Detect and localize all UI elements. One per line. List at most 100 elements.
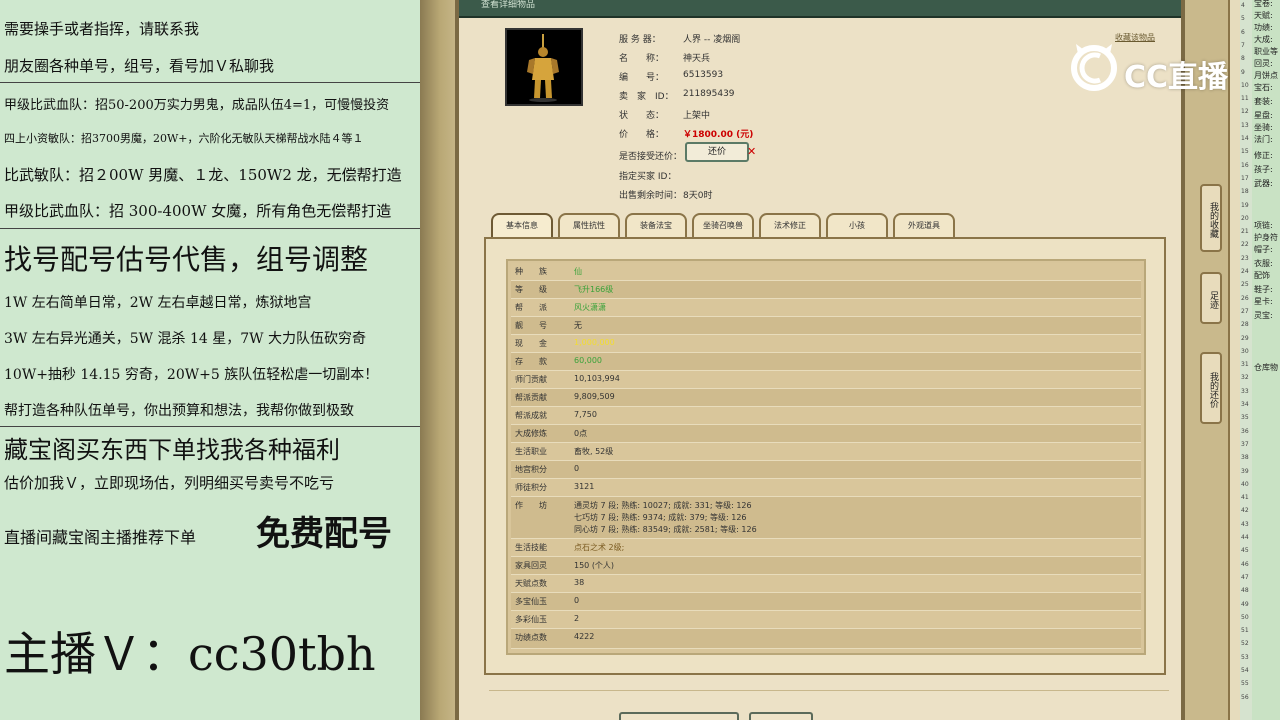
row-value: 2 xyxy=(574,614,580,623)
line-number: 51 xyxy=(1241,627,1249,635)
table-row: 地宫积分 0 xyxy=(511,461,1141,479)
promo-contact: 主播Ｖ：cc30tbh xyxy=(4,627,376,681)
counter-offer-button[interactable]: 还价 xyxy=(685,142,749,162)
promo-line: 估价加我Ｖ，立即现场估，列明细买号卖号不吃亏 xyxy=(4,474,335,492)
table-row: 靓 号无 xyxy=(511,317,1141,335)
bottom-action-button[interactable] xyxy=(619,712,739,720)
promo-line: 比武敏队：招２00W 男魔、１龙、150W2 龙，无偿帮打造 xyxy=(4,166,402,184)
price-key: 价 格： xyxy=(619,130,665,140)
bottom-action-button[interactable] xyxy=(749,712,813,720)
line-number: 22 xyxy=(1241,241,1249,249)
line-number: 16 xyxy=(1241,161,1249,169)
tab-spell-correction[interactable]: 法术修正 xyxy=(759,213,821,237)
table-row: 生活职业 畜牧, 52级 xyxy=(511,443,1141,461)
row-value: 仙 xyxy=(574,267,582,276)
dialog-title-bar: 查看详细物品 xyxy=(459,0,1181,18)
seller-value: 211895439 xyxy=(683,89,735,99)
promo-line: 3W 左右异光通关，5W 混杀 14 星，7W 大力队伍砍穷奇 xyxy=(4,331,366,347)
promo-line: 直播间藏宝阁主播推荐下单 xyxy=(4,528,197,547)
stat-label: 仓库物 xyxy=(1254,363,1278,372)
table-row: 现 金 1,000,000 xyxy=(511,335,1141,353)
row-key: 等 级 xyxy=(515,285,547,294)
row-value: 通灵坊 7 段; 熟练: 10027; 成就: 331; 等级: 126 xyxy=(574,501,752,510)
stat-label: 功绩: xyxy=(1254,23,1273,32)
line-number: 46 xyxy=(1241,560,1249,568)
promo-line: 甲级比武血队：招 300-400W 女魔，所有角色无偿帮打造 xyxy=(4,202,392,220)
stat-label: 星盘: xyxy=(1254,111,1273,120)
my-counter-offers-button[interactable]: 我的还价 xyxy=(1200,352,1222,424)
line-number: 24 xyxy=(1241,268,1249,275)
status-key: 状 态： xyxy=(619,111,665,121)
tab-basic-info[interactable]: 基本信息 xyxy=(491,213,553,237)
row-value: 60,000 xyxy=(574,356,602,365)
tab-attributes[interactable]: 属性抗性 xyxy=(558,213,620,237)
row-value: 七巧坊 7 段; 熟练: 9374; 成就: 379; 等级: 126 xyxy=(574,513,747,522)
line-number: 25 xyxy=(1241,281,1249,289)
line-number: 13 xyxy=(1241,121,1249,129)
row-value: 同心坊 7 段; 熟练: 83549; 成就: 2581; 等级: 126 xyxy=(574,525,757,534)
stat-label: 护身符 xyxy=(1254,233,1278,242)
line-number: 17 xyxy=(1241,174,1249,182)
line-number: 20 xyxy=(1241,214,1249,222)
stat-label: 灵宝: xyxy=(1254,311,1273,320)
divider xyxy=(0,82,420,83)
line-number: 31 xyxy=(1241,361,1249,369)
promo-line: 1W 左右简单日常，2W 左右卓越日常，炼狱地宫 xyxy=(4,295,312,311)
row-key: 多彩仙玉 xyxy=(515,615,547,624)
line-number: 29 xyxy=(1241,334,1249,342)
line-number: 55 xyxy=(1241,680,1249,688)
id-key: 编 号： xyxy=(619,73,665,83)
line-number: 27 xyxy=(1241,307,1249,315)
character-figure-icon xyxy=(507,30,581,104)
row-value: 风火潇潇 xyxy=(574,303,606,312)
tab-equipment[interactable]: 装备法宝 xyxy=(625,213,687,237)
status-value: 上架中 xyxy=(683,111,711,121)
line-number: 52 xyxy=(1241,640,1249,648)
tab-child[interactable]: 小孩 xyxy=(826,213,888,237)
promo-panel: 需要操手或者指挥，请联系我 朋友圈各种单号，组号，看号加Ｖ私聊我 甲级比武血队：… xyxy=(0,0,420,720)
row-value: 0 xyxy=(574,596,580,605)
promo-line: 甲级比武血队：招50-200万实力男鬼，成品队伍4=1，可慢慢投资 xyxy=(4,98,390,113)
name-key: 名 称： xyxy=(619,54,665,64)
table-row: 等 级 飞升166级 xyxy=(511,281,1141,299)
line-number: 50 xyxy=(1241,613,1249,621)
seller-key: 卖 家 ID： xyxy=(619,92,674,102)
line-number: 18 xyxy=(1241,188,1249,196)
row-key: 作 坊 xyxy=(515,501,547,510)
line-number: 6 xyxy=(1241,28,1245,36)
divider xyxy=(0,426,420,427)
promo-heading: 藏宝阁买东西下单找我各种福利 xyxy=(4,436,340,464)
row-value: 1,000,000 xyxy=(574,338,615,347)
stat-label: 项链: xyxy=(1254,221,1273,230)
table-row: 帮 派 风火潇潇 xyxy=(511,299,1141,317)
table-row: 功绩点数 4222 xyxy=(511,629,1141,649)
line-number: 44 xyxy=(1241,534,1249,541)
row-key: 地宫积分 xyxy=(515,465,547,474)
line-number: 49 xyxy=(1241,600,1249,608)
footprint-button[interactable]: 足迹 xyxy=(1200,272,1222,324)
row-key: 存 款 xyxy=(515,357,547,366)
tab-mounts[interactable]: 坐骑召唤兽 xyxy=(692,213,754,237)
line-number: 47 xyxy=(1241,573,1249,581)
row-key: 大成修炼 xyxy=(515,429,547,438)
promo-line: 需要操手或者指挥，请联系我 xyxy=(4,20,200,38)
tab-appearance[interactable]: 外观道具 xyxy=(893,213,955,237)
row-key: 现 金 xyxy=(515,339,547,348)
promo-line: 10W+抽秒 14.15 穷奇，20W+5 族队伍轻松虐一切副本！ xyxy=(4,367,379,383)
id-value: 6513593 xyxy=(683,70,724,80)
row-value: 10,103,994 xyxy=(574,374,620,383)
row-value: 3121 xyxy=(574,482,595,491)
line-number: 48 xyxy=(1241,587,1249,595)
server-value: 人界 -- 凌烟阁 xyxy=(683,35,741,45)
row-value: 7,750 xyxy=(574,410,597,419)
line-number: 35 xyxy=(1241,414,1249,422)
line-number: 5 xyxy=(1241,15,1245,23)
server-key: 服 务 器： xyxy=(619,35,661,45)
line-number: 19 xyxy=(1241,201,1249,209)
promo-heading: 找号配号估号代售，组号调整 xyxy=(4,243,369,276)
stat-label: 武器: xyxy=(1254,179,1273,188)
line-number: 45 xyxy=(1241,547,1249,555)
my-favorites-button[interactable]: 我的收藏 xyxy=(1200,184,1222,252)
table-row: 家具回灵 150 (个人) xyxy=(511,557,1141,575)
row-key: 生活职业 xyxy=(515,447,547,456)
